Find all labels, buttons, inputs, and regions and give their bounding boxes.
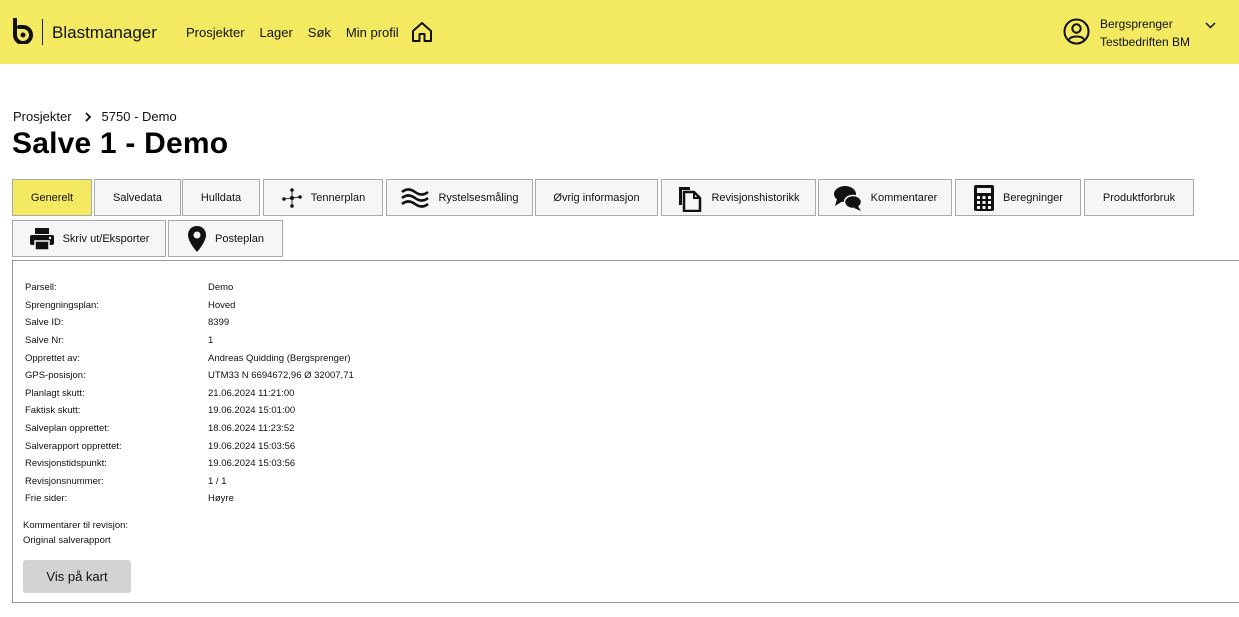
info-row: Planlagt skutt: 21.06.2024 11:21:00 <box>25 387 295 399</box>
tab-skriv-ut-eksporter[interactable]: Skriv ut/Eksporter <box>12 220 166 257</box>
info-row: Salve ID: 8399 <box>25 317 230 329</box>
nav-lager[interactable]: Lager <box>260 25 293 40</box>
general-info-panel: Parsell: Demo Sprengningsplan: Hoved Salve… <box>12 260 1239 603</box>
chevron-down-icon[interactable] <box>1204 20 1217 30</box>
tab-revisjonshistorikk[interactable]: Revisjonshistorikk <box>661 179 816 216</box>
info-row: Faktisk skutt: 19.06.2024 15:01:00 <box>25 405 296 417</box>
tab-posteplan[interactable]: Posteplan <box>168 220 283 257</box>
home-icon[interactable] <box>410 20 434 44</box>
user-menu[interactable]: Bergsprenger Testbedriften BM <box>1100 15 1190 51</box>
info-row: Frie sider: Høyre <box>25 493 234 505</box>
info-row: Parsell: Demo <box>25 282 234 294</box>
main-nav: Prosjekter Lager Søk Min profil <box>186 25 414 40</box>
tab-rystelsesmaling[interactable]: Rystelsesmåling <box>386 179 533 216</box>
breadcrumb-root[interactable]: Prosjekter <box>13 109 72 124</box>
tab-salvedata[interactable]: Salvedata <box>94 179 181 216</box>
info-row: Revisjonsnummer: 1 / 1 <box>25 475 227 487</box>
info-row: Salve Nr: 1 <box>25 335 214 347</box>
network-icon <box>281 187 302 208</box>
info-row: Revisjonstidspunkt: 19.06.2024 15:03:56 <box>25 458 296 470</box>
tab-tennerplan[interactable]: Tennerplan <box>263 179 383 216</box>
user-avatar-icon[interactable] <box>1063 18 1090 45</box>
blastmanager-logo-icon[interactable] <box>12 18 34 44</box>
info-row: Salveplan opprettet: 18.06.2024 11:23:52 <box>25 423 295 435</box>
breadcrumb-current[interactable]: 5750 - Demo <box>102 109 177 124</box>
info-row: Opprettet av: Andreas Quidding (Bergspren… <box>25 352 351 364</box>
brand-name[interactable]: Blastmanager <box>52 23 157 43</box>
tab-kommentarer[interactable]: Kommentarer <box>818 179 952 216</box>
chat-icon <box>833 185 862 211</box>
show-on-map-button[interactable]: Vis på kart <box>23 560 131 593</box>
page-title: Salve 1 - Demo <box>12 127 229 160</box>
tab-generelt[interactable]: Generelt <box>12 179 92 216</box>
revision-comment-text: Original salverapport <box>23 535 111 546</box>
user-company: Testbedriften BM <box>1100 35 1191 49</box>
printer-icon <box>29 227 54 251</box>
waves-icon <box>401 187 430 208</box>
tab-beregninger[interactable]: Beregninger <box>955 179 1081 216</box>
top-bar: Blastmanager Prosjekter Lager Søk Min pr… <box>0 0 1239 64</box>
calculator-icon <box>974 184 995 211</box>
tab-hulldata[interactable]: Hulldata <box>182 179 260 216</box>
breadcrumb: Prosjekter 5750 - Demo <box>13 109 177 124</box>
info-row: Salverapport opprettet: 19.06.2024 15:03:… <box>25 440 296 452</box>
tab-produktforbruk[interactable]: Produktforbruk <box>1084 179 1194 216</box>
tab-ovrig-informasjon[interactable]: Øvrig informasjon <box>535 179 658 216</box>
nav-sok[interactable]: Søk <box>308 25 331 40</box>
nav-prosjekter[interactable]: Prosjekter <box>186 25 245 40</box>
logo-divider <box>42 19 43 45</box>
revision-comment: Kommentarer til revisjon: Original salve… <box>23 518 128 548</box>
chevron-right-icon <box>84 111 91 122</box>
user-name: Bergsprenger <box>1100 17 1173 31</box>
nav-min-profil[interactable]: Min profil <box>346 25 399 40</box>
revision-comment-label: Kommentarer til revisjon: <box>23 520 129 531</box>
copy-icon <box>679 186 702 212</box>
map-pin-icon <box>188 225 207 252</box>
info-row: GPS-posisjon: UTM33 N 6694672,96 Ø 32007,… <box>25 370 354 382</box>
info-list: Parsell: Demo Sprengningsplan: Hoved Salve… <box>25 279 354 508</box>
info-row: Sprengningsplan: Hoved <box>25 299 236 311</box>
